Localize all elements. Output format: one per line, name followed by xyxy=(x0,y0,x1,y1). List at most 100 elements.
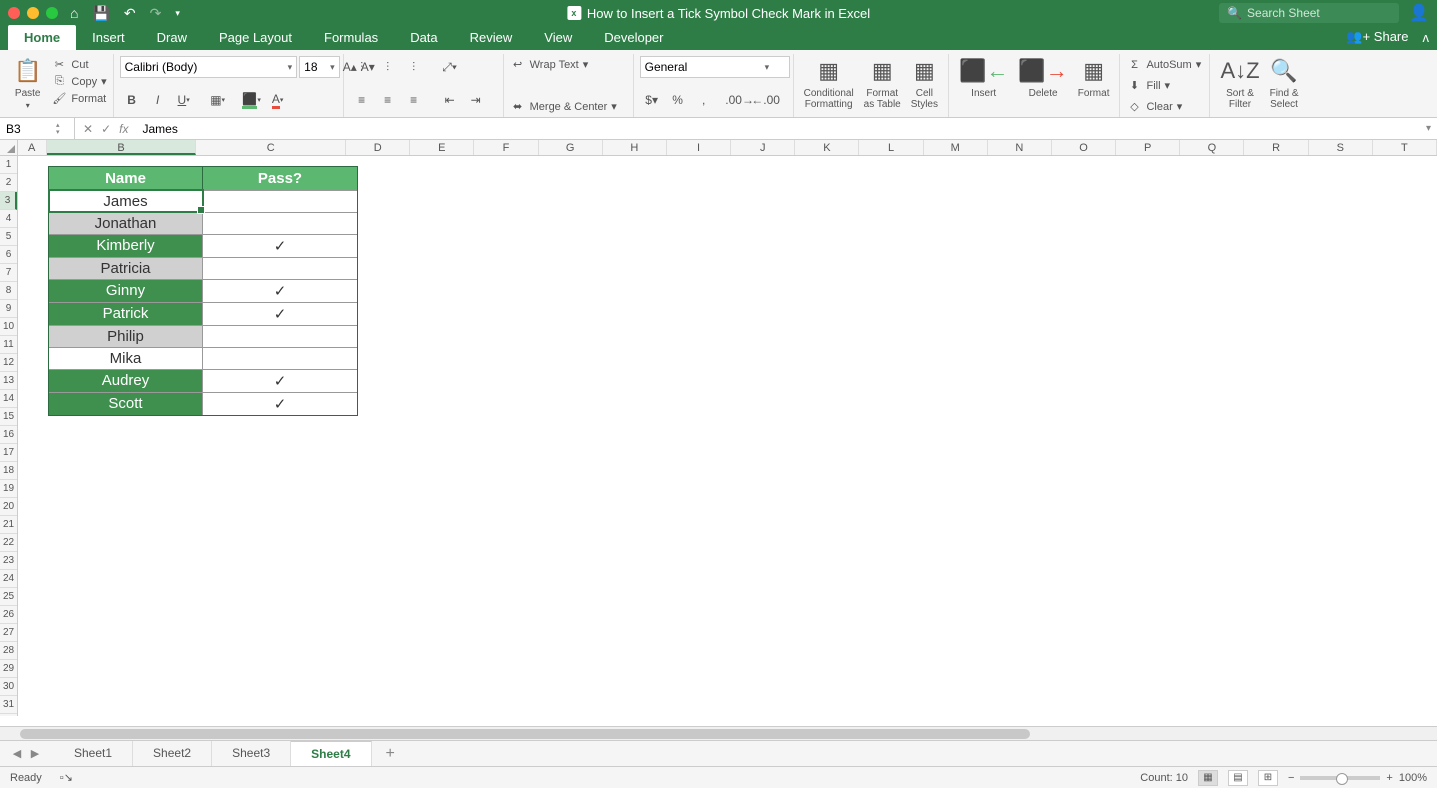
prev-sheet-icon[interactable]: ◀ xyxy=(8,747,26,760)
maximize-window[interactable] xyxy=(46,7,58,19)
row-header-27[interactable]: 27 xyxy=(0,624,17,642)
sheet-tab-sheet1[interactable]: Sheet1 xyxy=(54,741,133,766)
cell-name[interactable]: James xyxy=(49,191,203,212)
row-header-29[interactable]: 29 xyxy=(0,660,17,678)
row-header-18[interactable]: 18 xyxy=(0,462,17,480)
select-all-corner[interactable] xyxy=(0,140,18,155)
cell-pass[interactable]: ✓ xyxy=(203,393,357,415)
account-icon[interactable]: 👤 xyxy=(1409,3,1429,23)
row-header-4[interactable]: 4 xyxy=(0,210,17,228)
borders-button[interactable]: ▦▾ xyxy=(206,89,230,111)
col-header-K[interactable]: K xyxy=(795,140,859,155)
align-bottom-icon[interactable]: ⫶ xyxy=(402,56,426,78)
normal-view-icon[interactable]: ▦ xyxy=(1198,770,1218,786)
tab-draw[interactable]: Draw xyxy=(141,25,203,50)
tab-developer[interactable]: Developer xyxy=(588,25,679,50)
bold-button[interactable]: B xyxy=(120,89,144,111)
cell-name[interactable]: Scott xyxy=(49,393,203,415)
cell-pass[interactable] xyxy=(203,348,357,369)
table-row[interactable]: James xyxy=(49,190,357,212)
cell-pass[interactable]: ✓ xyxy=(203,235,357,257)
tab-page-layout[interactable]: Page Layout xyxy=(203,25,308,50)
row-header-12[interactable]: 12 xyxy=(0,354,17,372)
table-row[interactable]: Audrey✓ xyxy=(49,369,357,392)
fill-color-button[interactable]: ⬛▾ xyxy=(240,89,264,111)
cell-pass[interactable]: ✓ xyxy=(203,303,357,325)
row-header-31[interactable]: 31 xyxy=(0,696,17,714)
cell-pass[interactable]: ✓ xyxy=(203,280,357,302)
decrease-decimal-icon[interactable]: ←.00 xyxy=(754,89,778,111)
page-break-view-icon[interactable]: ⊞ xyxy=(1258,770,1278,786)
col-header-T[interactable]: T xyxy=(1373,140,1437,155)
tab-review[interactable]: Review xyxy=(454,25,529,50)
row-header-2[interactable]: 2 xyxy=(0,174,17,192)
col-header-F[interactable]: F xyxy=(474,140,538,155)
collapse-ribbon-icon[interactable]: ʌ xyxy=(1423,30,1430,45)
percent-icon[interactable]: % xyxy=(666,89,690,111)
format-painter-button[interactable]: 🖌Format xyxy=(51,90,106,107)
row-header-5[interactable]: 5 xyxy=(0,228,17,246)
table-row[interactable]: Patricia xyxy=(49,257,357,279)
col-header-P[interactable]: P xyxy=(1116,140,1180,155)
macro-record-icon[interactable]: ▫↘ xyxy=(60,771,73,784)
row-header-21[interactable]: 21 xyxy=(0,516,17,534)
fx-icon[interactable]: fx xyxy=(119,122,128,136)
align-right-icon[interactable]: ≡ xyxy=(402,89,426,111)
cell-pass[interactable] xyxy=(203,258,357,279)
number-format-combo[interactable]: ▾ xyxy=(640,56,790,78)
col-header-E[interactable]: E xyxy=(410,140,474,155)
tab-formulas[interactable]: Formulas xyxy=(308,25,394,50)
undo-icon[interactable]: ↶ xyxy=(124,5,136,22)
row-header-8[interactable]: 8 xyxy=(0,282,17,300)
cell-name[interactable]: Patrick xyxy=(49,303,203,325)
autosum-button[interactable]: ΣAutoSum ▾ xyxy=(1126,56,1203,73)
currency-icon[interactable]: $▾ xyxy=(640,89,664,111)
tab-data[interactable]: Data xyxy=(394,25,453,50)
col-header-B[interactable]: B xyxy=(47,140,197,155)
col-header-N[interactable]: N xyxy=(988,140,1052,155)
add-sheet-button[interactable]: + xyxy=(372,745,409,763)
col-header-A[interactable]: A xyxy=(18,140,47,155)
clear-button[interactable]: ◇Clear ▾ xyxy=(1126,98,1203,115)
col-header-S[interactable]: S xyxy=(1309,140,1373,155)
cell-name[interactable]: Patricia xyxy=(49,258,203,279)
zoom-in-icon[interactable]: + xyxy=(1386,772,1392,784)
cell-pass[interactable] xyxy=(203,191,357,212)
cell-name[interactable]: Ginny xyxy=(49,280,203,302)
row-header-26[interactable]: 26 xyxy=(0,606,17,624)
table-row[interactable]: Mika xyxy=(49,347,357,369)
row-header-13[interactable]: 13 xyxy=(0,372,17,390)
table-row[interactable]: Philip xyxy=(49,325,357,347)
increase-decimal-icon[interactable]: .00→ xyxy=(728,89,752,111)
sheet-tab-sheet2[interactable]: Sheet2 xyxy=(133,741,212,766)
tab-insert[interactable]: Insert xyxy=(76,25,141,50)
cell-name[interactable]: Philip xyxy=(49,326,203,347)
row-header-16[interactable]: 16 xyxy=(0,426,17,444)
row-header-7[interactable]: 7 xyxy=(0,264,17,282)
col-header-G[interactable]: G xyxy=(539,140,603,155)
font-size-combo[interactable]: ▾ xyxy=(299,56,340,78)
copy-button[interactable]: ⎘Copy ▾ xyxy=(51,73,106,90)
table-row[interactable]: Kimberly✓ xyxy=(49,234,357,257)
col-header-L[interactable]: L xyxy=(859,140,923,155)
home-icon[interactable]: ⌂ xyxy=(70,5,78,21)
decrease-indent-icon[interactable]: ⇤ xyxy=(438,89,462,111)
insert-cells-button[interactable]: ⬛←Insert xyxy=(955,56,1012,99)
merge-center-button[interactable]: ⬌Merge & Center ▾ xyxy=(510,98,627,115)
save-icon[interactable]: 💾 xyxy=(92,5,109,22)
next-sheet-icon[interactable]: ▶ xyxy=(26,747,44,760)
table-row[interactable]: Scott✓ xyxy=(49,392,357,415)
search-sheet-box[interactable]: 🔍 Search Sheet xyxy=(1219,3,1399,23)
qat-dropdown-icon[interactable]: ▾ xyxy=(175,8,180,19)
row-header-11[interactable]: 11 xyxy=(0,336,17,354)
comma-icon[interactable]: , xyxy=(692,89,716,111)
underline-button[interactable]: U▾ xyxy=(172,89,196,111)
horizontal-scrollbar[interactable] xyxy=(0,726,1437,740)
page-layout-view-icon[interactable]: ▤ xyxy=(1228,770,1248,786)
col-header-I[interactable]: I xyxy=(667,140,731,155)
row-header-10[interactable]: 10 xyxy=(0,318,17,336)
format-cells-button[interactable]: ▦Format xyxy=(1074,56,1114,99)
scroll-thumb[interactable] xyxy=(20,729,1030,739)
col-header-H[interactable]: H xyxy=(603,140,667,155)
find-select-button[interactable]: 🔍Find & Select xyxy=(1266,56,1303,110)
